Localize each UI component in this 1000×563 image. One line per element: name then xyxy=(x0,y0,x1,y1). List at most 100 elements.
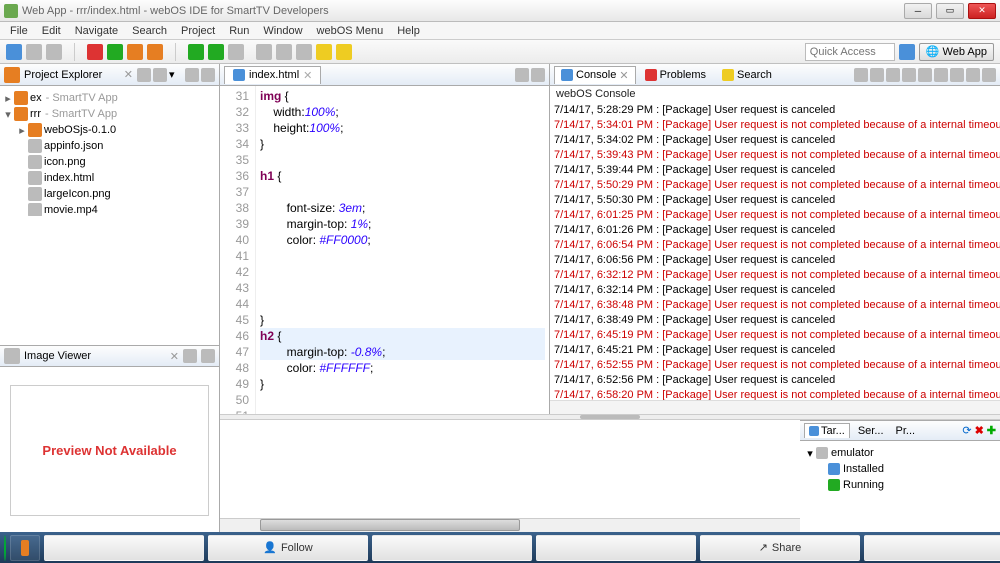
maximize-view-icon[interactable] xyxy=(982,68,996,82)
stop-icon[interactable] xyxy=(87,44,103,60)
display-console-icon[interactable] xyxy=(902,68,916,82)
menu-navigate[interactable]: Navigate xyxy=(69,23,124,39)
delete-target-icon[interactable]: ✖ xyxy=(975,424,984,437)
target-tree[interactable]: ▾emulator Installed Running xyxy=(800,441,1000,532)
nav-icon[interactable] xyxy=(256,44,272,60)
open-perspective-icon[interactable] xyxy=(899,44,915,60)
close-tab-icon[interactable]: ✕ xyxy=(619,69,628,82)
back-icon[interactable] xyxy=(316,44,332,60)
nav3-icon[interactable] xyxy=(296,44,312,60)
refresh-icon[interactable]: ⟳ xyxy=(962,424,971,437)
console-tool-icon[interactable] xyxy=(854,68,868,82)
editor-body[interactable]: 3132333435363738394041424344454647484950… xyxy=(220,86,549,414)
maximize-button[interactable]: ▭ xyxy=(936,3,964,19)
clear-console-icon[interactable] xyxy=(918,68,932,82)
tab-problems[interactable]: Problems xyxy=(638,66,713,84)
tree-node[interactable]: movie.mp4 xyxy=(2,202,217,216)
tab-console[interactable]: Console ✕ xyxy=(554,66,636,84)
taskbar-follow[interactable]: 👤 Follow xyxy=(208,535,368,561)
bottom-tabs: Console ✕ Problems Search xyxy=(550,64,1000,86)
tree-node[interactable]: icon.png xyxy=(2,154,217,170)
debug-icon[interactable] xyxy=(188,44,204,60)
tab-search[interactable]: Search xyxy=(715,66,779,84)
editor-tabbar: index.html ✕ xyxy=(220,64,549,86)
project-tree[interactable]: ▸ex - SmartTV App▾rrr - SmartTV App▸webO… xyxy=(0,86,219,216)
add-target-icon[interactable]: ✚ xyxy=(987,424,996,437)
close-tab-icon[interactable]: ✕ xyxy=(303,69,312,82)
view-menu-icon[interactable]: ▾ xyxy=(169,68,183,82)
debug-step2-icon[interactable] xyxy=(147,44,163,60)
tree-node[interactable]: largeIcon.png xyxy=(2,186,217,202)
tab-servers[interactable]: Ser... xyxy=(854,424,888,438)
tab-target[interactable]: Tar... xyxy=(804,423,850,438)
taskbar-item[interactable] xyxy=(536,535,696,561)
html-file-icon xyxy=(233,69,245,81)
tab-close-icon[interactable]: ✕ xyxy=(170,350,179,363)
taskbar-item[interactable] xyxy=(864,535,1000,561)
minimize-view-icon[interactable] xyxy=(183,349,197,363)
console-icon xyxy=(561,69,573,81)
debug-step-icon[interactable] xyxy=(127,44,143,60)
perspective-button[interactable]: 🌐 Web App xyxy=(919,43,994,61)
maximize-view-icon[interactable] xyxy=(201,349,215,363)
open-console-icon[interactable] xyxy=(950,68,964,82)
nav2-icon[interactable] xyxy=(276,44,292,60)
tree-node[interactable]: ▸webOSjs-0.1.0 xyxy=(2,122,217,138)
link-editor-icon[interactable] xyxy=(153,68,167,82)
project-explorer-icon xyxy=(4,67,20,83)
console-line: 7/14/17, 5:39:44 PM : [Package] User req… xyxy=(554,164,996,179)
tree-node[interactable]: ▾rrr - SmartTV App xyxy=(2,106,217,122)
taskbar-item[interactable] xyxy=(10,535,40,561)
tab-console-label: Console xyxy=(576,69,616,81)
menu-help[interactable]: Help xyxy=(391,23,426,39)
editor-tab-index[interactable]: index.html ✕ xyxy=(224,66,321,84)
tab-progress[interactable]: Pr... xyxy=(892,424,920,438)
maximize-editor-icon[interactable] xyxy=(531,68,545,82)
tab-search-label: Search xyxy=(737,69,772,81)
menu-window[interactable]: Window xyxy=(257,23,308,39)
tree-node[interactable]: ▸ex - SmartTV App xyxy=(2,90,217,106)
tree-node[interactable]: index.html xyxy=(2,170,217,186)
taskbar-item[interactable] xyxy=(372,535,532,561)
editor-h-scrollbar[interactable] xyxy=(220,518,800,532)
minimize-button[interactable]: ─ xyxy=(904,3,932,19)
new-icon[interactable] xyxy=(6,44,22,60)
tree-node[interactable]: appinfo.json xyxy=(2,138,217,154)
menu-webosmenu[interactable]: webOS Menu xyxy=(311,23,390,39)
scroll-lock-icon[interactable] xyxy=(934,68,948,82)
console-output[interactable]: 7/14/17, 5:28:29 PM : [Package] User req… xyxy=(550,104,1000,400)
console-blank xyxy=(550,400,1000,414)
quick-access-input[interactable] xyxy=(805,43,895,61)
menu-edit[interactable]: Edit xyxy=(36,23,67,39)
taskbar-share[interactable]: ↗ Share xyxy=(700,535,860,561)
problems-icon xyxy=(645,69,657,81)
collapse-all-icon[interactable] xyxy=(137,68,151,82)
save-icon[interactable] xyxy=(26,44,42,60)
run-icon[interactable] xyxy=(107,44,123,60)
console-line: 7/14/17, 6:01:26 PM : [Package] User req… xyxy=(554,224,996,239)
run2-icon[interactable] xyxy=(208,44,224,60)
maximize-view-icon[interactable] xyxy=(201,68,215,82)
menu-project[interactable]: Project xyxy=(175,23,221,39)
console-line: 7/14/17, 6:01:25 PM : [Package] User req… xyxy=(554,209,996,224)
tab-close-icon[interactable]: ✕ xyxy=(124,68,133,81)
code-area[interactable]: img { width:100%; height:100%;} h1 { fon… xyxy=(256,86,549,414)
menu-run[interactable]: Run xyxy=(223,23,255,39)
menu-search[interactable]: Search xyxy=(126,23,173,39)
minimize-view-icon[interactable] xyxy=(966,68,980,82)
console-line: 7/14/17, 5:34:01 PM : [Package] User req… xyxy=(554,119,996,134)
console-tool-icon[interactable] xyxy=(870,68,884,82)
app-icon xyxy=(4,4,18,18)
fwd-icon[interactable] xyxy=(336,44,352,60)
start-button[interactable] xyxy=(4,535,6,561)
saveall-icon[interactable] xyxy=(46,44,62,60)
ext-tools-icon[interactable] xyxy=(228,44,244,60)
console-line: 7/14/17, 5:34:02 PM : [Package] User req… xyxy=(554,134,996,149)
taskbar-item[interactable] xyxy=(44,535,204,561)
minimize-view-icon[interactable] xyxy=(185,68,199,82)
close-button[interactable]: ✕ xyxy=(968,3,996,19)
menu-file[interactable]: File xyxy=(4,23,34,39)
target-root-label: emulator xyxy=(831,447,874,459)
pin-console-icon[interactable] xyxy=(886,68,900,82)
minimize-editor-icon[interactable] xyxy=(515,68,529,82)
